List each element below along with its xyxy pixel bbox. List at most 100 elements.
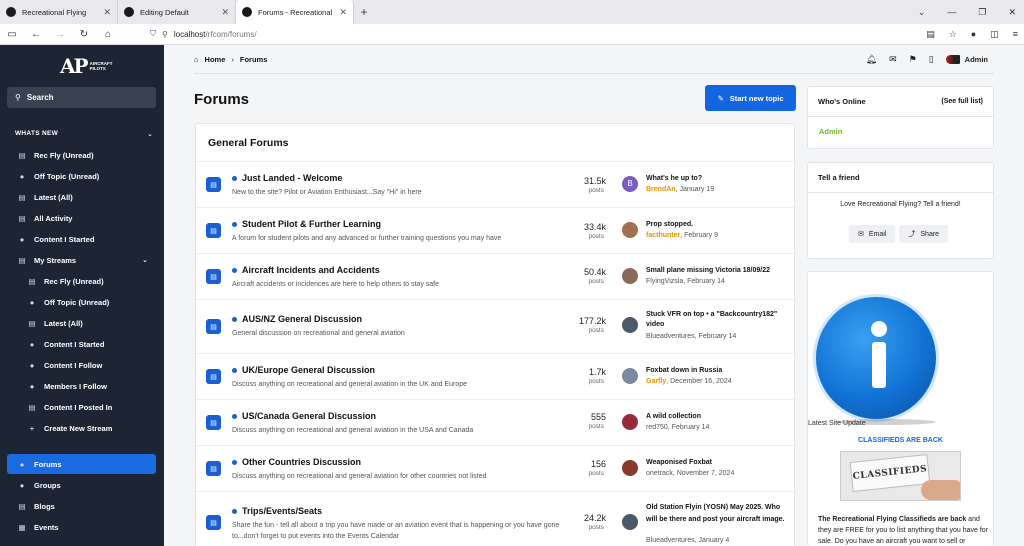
flag-icon[interactable]: ⚑	[909, 54, 917, 65]
avatar[interactable]	[622, 460, 638, 476]
sidebar-item-content-i-started[interactable]: ● Content I Started	[7, 229, 156, 249]
last-post-user[interactable]: FlyingVizsla	[646, 278, 683, 285]
last-post-user[interactable]: Blueadventures	[646, 333, 695, 340]
sidebar-item-all-activity[interactable]: ▤ All Activity	[7, 208, 156, 228]
last-post-title[interactable]: Prop stopped.	[646, 220, 786, 230]
avatar[interactable]	[622, 222, 638, 238]
avatar[interactable]	[622, 368, 638, 384]
last-post-user[interactable]: Garfly	[646, 378, 666, 385]
forum-title[interactable]: Trips/Events/Seats	[232, 506, 322, 516]
last-post-user[interactable]: Blueadventures	[646, 537, 695, 544]
forum-title[interactable]: AUS/NZ General Discussion	[232, 314, 362, 324]
bell-icon[interactable]: 🔔︎	[866, 54, 877, 65]
last-post-title[interactable]: A wild collection	[646, 412, 786, 422]
forum-row[interactable]: ▤ Student Pilot & Further Learning A for…	[196, 207, 794, 253]
browser-tab-editing-default[interactable]: Editing Default ✕	[118, 0, 236, 24]
last-post-user[interactable]: onetrack	[646, 470, 673, 477]
profile-icon[interactable]: ◫	[990, 29, 999, 40]
site-logo[interactable]: AP AIRCRAFT PILOTS	[60, 53, 113, 79]
sidebar-item-stream-content-i-posted-in[interactable]: ▤ Content I Posted In	[7, 397, 156, 417]
whats-new-section-header[interactable]: WHATS NEW ⌄	[15, 130, 153, 138]
sidebar-item-blogs[interactable]: ▤ Blogs	[7, 496, 156, 516]
forward-icon[interactable]: →	[54, 29, 66, 40]
browser-tab-forums[interactable]: Forums - Recreational Flying ✕	[236, 0, 354, 24]
browser-tab-recreational-flying[interactable]: Recreational Flying ✕	[0, 0, 118, 24]
reload-icon[interactable]: ↻	[78, 29, 90, 40]
breadcrumb-home[interactable]: Home	[205, 55, 226, 64]
classifieds-image[interactable]: CLASSIFIEDS	[840, 451, 961, 501]
forum-title[interactable]: Student Pilot & Further Learning	[232, 219, 381, 229]
mail-icon[interactable]: ✉	[889, 54, 897, 65]
new-tab-icon[interactable]: +	[354, 5, 374, 19]
forum-row[interactable]: ▤ Trips/Events/Seats Share the fun - tel…	[196, 491, 794, 546]
tab-close-icon[interactable]: ✕	[339, 7, 347, 18]
search-button[interactable]: ⚲ Search	[7, 87, 156, 108]
sidebar-item-forums[interactable]: ● Forums	[7, 454, 156, 474]
last-post-user[interactable]: BrendAn	[646, 186, 676, 193]
sidebar-item-stream-rec-fly-unread[interactable]: ▤ Rec Fly (Unread)	[7, 271, 156, 291]
reader-view-icon[interactable]: ▤	[926, 29, 935, 40]
sidebar-item-off-topic-unread[interactable]: ● Off Topic (Unread)	[7, 166, 156, 186]
document-icon[interactable]: ▯	[929, 54, 934, 65]
user-menu[interactable]: Admin	[945, 55, 988, 64]
tab-close-icon[interactable]: ✕	[221, 7, 229, 18]
online-user-link[interactable]: Admin	[819, 127, 842, 136]
latest-site-update-caption[interactable]: Latest Site Update	[808, 420, 866, 427]
share-button[interactable]: ⤴ Share	[899, 225, 949, 243]
sidebar-item-stream-off-topic-unread[interactable]: ● Off Topic (Unread)	[7, 292, 156, 312]
email-button[interactable]: ✉ Email	[849, 225, 896, 243]
posts-label: posts	[588, 327, 604, 334]
forum-row[interactable]: ▤ Other Countries Discussion Discuss any…	[196, 445, 794, 491]
see-full-list-link[interactable]: (See full list)	[941, 98, 983, 105]
sidebar-item-stream-content-i-follow[interactable]: ● Content I Follow	[7, 355, 156, 375]
forum-title[interactable]: Aircraft Incidents and Accidents	[232, 265, 380, 275]
bookmark-star-icon[interactable]: ☆	[949, 29, 957, 40]
last-post-title[interactable]: Weaponised Foxbat	[646, 458, 786, 468]
forum-row[interactable]: ▤ AUS/NZ General Discussion General disc…	[196, 299, 794, 353]
close-window-icon[interactable]: ✕	[1008, 7, 1016, 18]
sidebar-item-stream-content-i-started[interactable]: ● Content I Started	[7, 334, 156, 354]
sidebar-item-rec-fly-unread[interactable]: ▤ Rec Fly (Unread)	[7, 145, 156, 165]
last-post-user[interactable]: red750	[646, 424, 668, 431]
tab-close-icon[interactable]: ✕	[103, 7, 111, 18]
last-post-title[interactable]: Stuck VFR on top • a "Backcountry182" vi…	[646, 310, 786, 330]
forum-row[interactable]: ▤ US/Canada General Discussion Discuss a…	[196, 399, 794, 445]
forum-title[interactable]: US/Canada General Discussion	[232, 411, 376, 421]
last-post-title[interactable]: What's he up to?	[646, 174, 786, 184]
forum-row[interactable]: ▤ Aircraft Incidents and Accidents Aircr…	[196, 253, 794, 299]
home-icon[interactable]: ⌂	[102, 29, 114, 40]
tab-list-chevron-icon[interactable]: ⌄	[918, 7, 926, 18]
avatar[interactable]	[622, 317, 638, 333]
last-post-user[interactable]: facthunter	[646, 232, 680, 239]
sidebar-item-my-streams[interactable]: ▤ My Streams ⌄	[7, 250, 156, 270]
avatar[interactable]	[622, 268, 638, 284]
page-info-icon[interactable]: ⚲	[162, 30, 168, 39]
avatar[interactable]: B	[622, 176, 638, 192]
avatar[interactable]	[622, 514, 638, 530]
sidebar-item-groups[interactable]: ● Groups	[7, 475, 156, 495]
forum-title[interactable]: Other Countries Discussion	[232, 457, 361, 467]
extension-icon[interactable]: ●	[971, 29, 976, 40]
last-post-title[interactable]: Small plane missing Victoria 18/09/22	[646, 266, 786, 276]
last-post-title[interactable]: Old Station Flyin (YOSN) May 2025. Who w…	[646, 502, 786, 525]
sidebar-item-latest-all[interactable]: ▤ Latest (All)	[7, 187, 156, 207]
sidebar-item-stream-latest-all[interactable]: ▤ Latest (All)	[7, 313, 156, 333]
list-icon: ▤	[18, 150, 26, 160]
forum-title[interactable]: Just Landed - Welcome	[232, 173, 342, 183]
sidebar-item-stream-members-i-follow[interactable]: ● Members I Follow	[7, 376, 156, 396]
address-bar[interactable]: ⛉ ⚲ localhost/rfcom/forums/	[150, 29, 914, 39]
back-icon[interactable]: ←	[30, 29, 42, 40]
sidebar-toggle-icon[interactable]: ▭	[6, 29, 18, 40]
avatar[interactable]	[622, 414, 638, 430]
forum-row[interactable]: ▤ UK/Europe General Discussion Discuss a…	[196, 353, 794, 399]
sidebar-item-create-new-stream[interactable]: + Create New Stream	[7, 418, 156, 438]
shield-icon[interactable]: ⛉	[150, 29, 156, 39]
start-new-topic-button[interactable]: ✎ Start new topic	[705, 85, 796, 111]
forum-title[interactable]: UK/Europe General Discussion	[232, 365, 375, 375]
minimize-icon[interactable]: —	[947, 7, 956, 17]
maximize-icon[interactable]: ❐	[978, 7, 986, 18]
sidebar-item-events[interactable]: ▦ Events	[7, 517, 156, 537]
last-post-title[interactable]: Foxbat down in Russia	[646, 366, 786, 376]
menu-icon[interactable]: ≡	[1013, 29, 1018, 40]
forum-row[interactable]: ▤ Just Landed - Welcome New to the site?…	[196, 161, 794, 207]
